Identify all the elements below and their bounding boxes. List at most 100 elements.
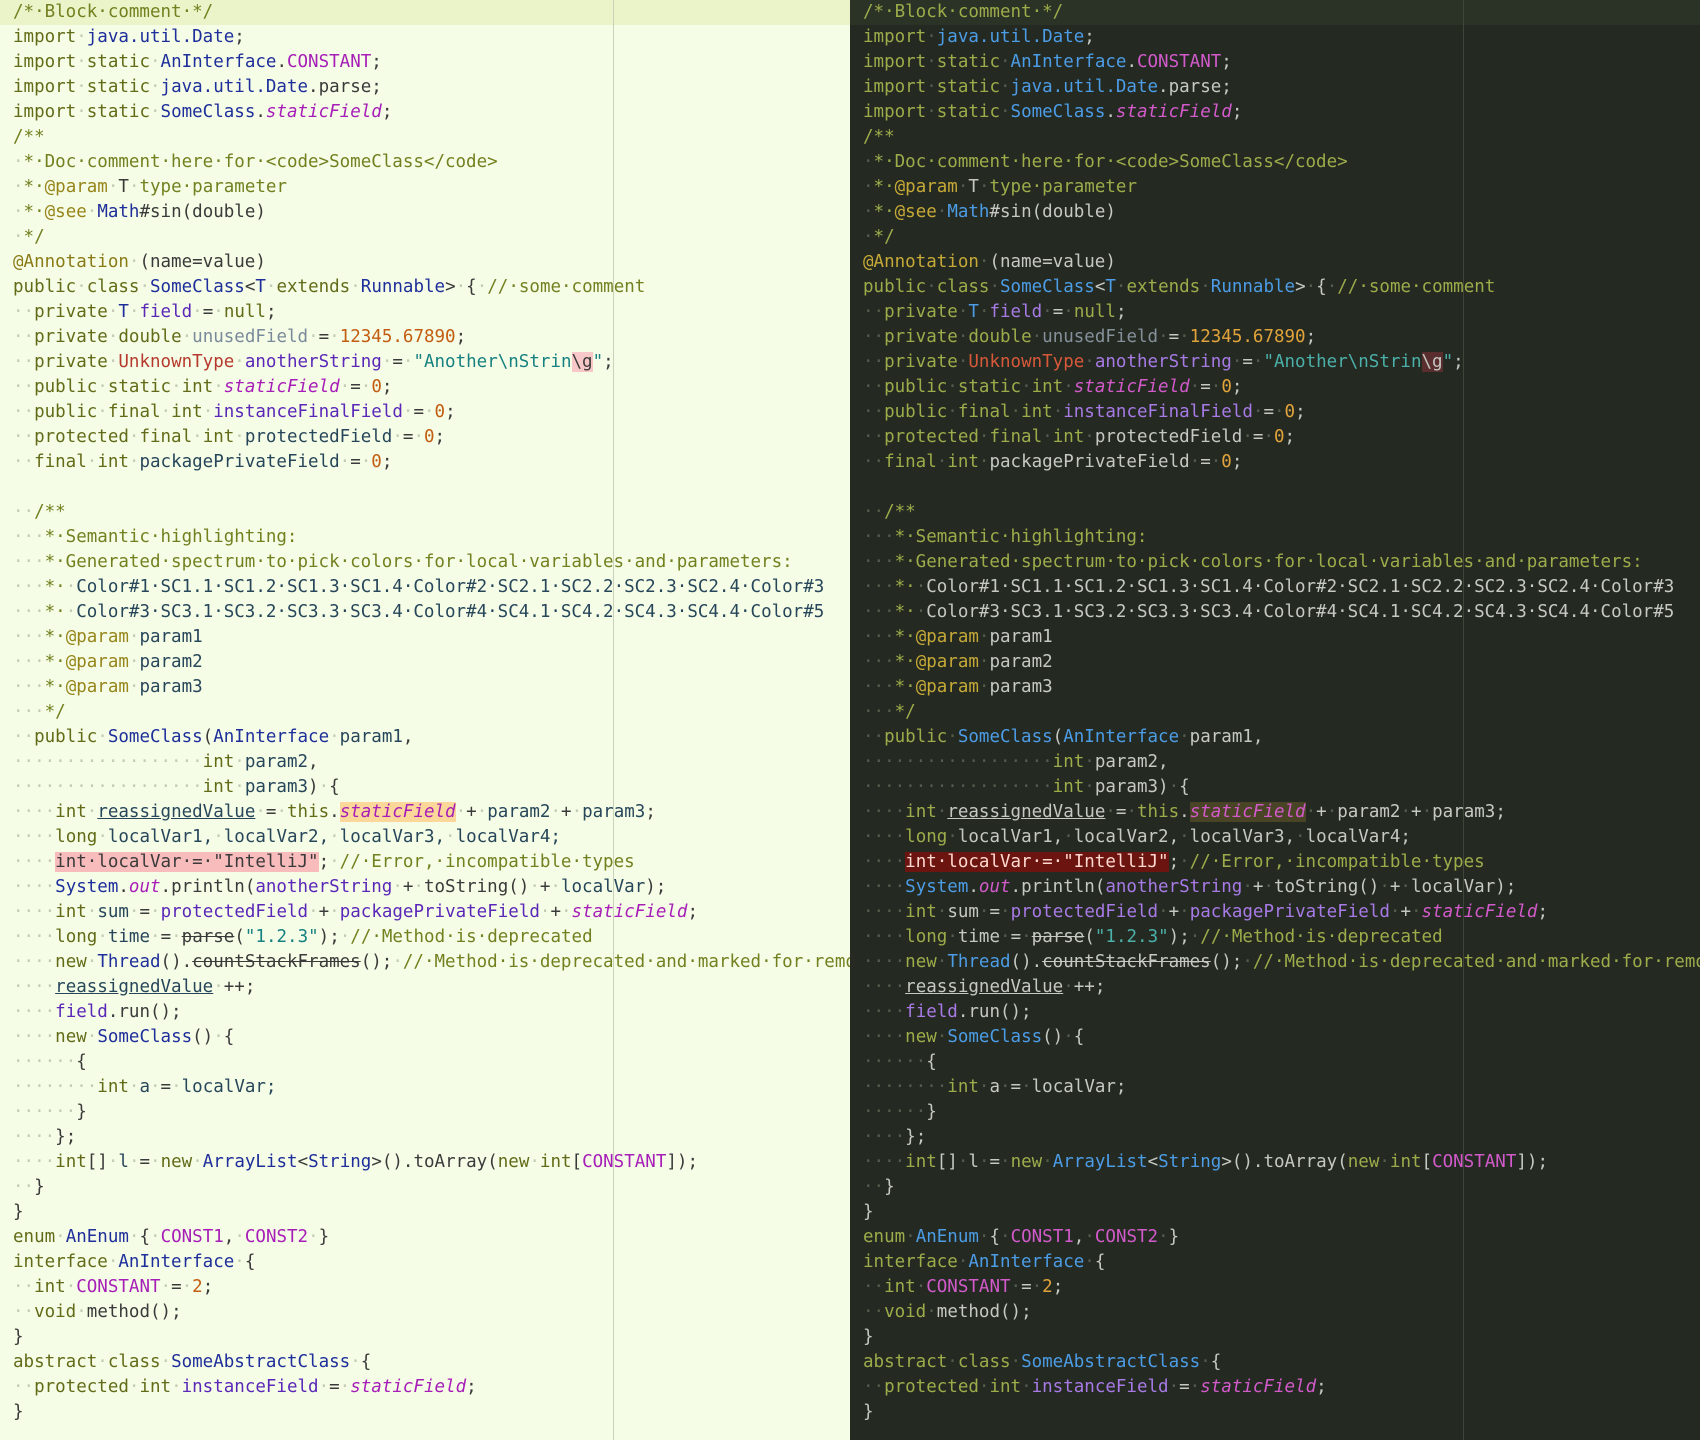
code-line[interactable]: ····new·Thread().countStackFrames();·//·… — [13, 950, 850, 975]
code-line[interactable]: ····new·SomeClass()·{ — [13, 1025, 850, 1050]
code-line[interactable]: enum·AnEnum·{·CONST1,·CONST2·} — [863, 1225, 1700, 1250]
code-line[interactable]: ···*·@param·param2 — [863, 650, 1700, 675]
code-line[interactable]: ···*·@param·param3 — [13, 675, 850, 700]
code-line[interactable]: /** — [863, 125, 1700, 150]
code-line[interactable]: public·class·SomeClass<T·extends·Runnabl… — [13, 275, 850, 300]
code-line[interactable]: } — [13, 1325, 850, 1350]
code-line[interactable]: ····int[]·l·=·new·ArrayList<String>().to… — [13, 1150, 850, 1175]
code-line[interactable]: abstract·class·SomeAbstractClass·{ — [13, 1350, 850, 1375]
code-line[interactable]: ····long·time·=·parse("1.2.3");·//·Metho… — [863, 925, 1700, 950]
code-line[interactable]: ··················int·param3)·{ — [13, 775, 850, 800]
code-line[interactable]: ··protected·int·instanceField·=·staticFi… — [13, 1375, 850, 1400]
light-theme-editor-pane[interactable]: /*·Block·comment·*/import·java.util.Date… — [0, 0, 850, 1440]
code-line[interactable]: ···*·@param·param2 — [13, 650, 850, 675]
code-line[interactable]: ··/** — [863, 500, 1700, 525]
code-line[interactable]: ···*·Semantic·highlighting: — [13, 525, 850, 550]
code-line[interactable]: ··final·int·packagePrivateField·=·0; — [863, 450, 1700, 475]
code-line[interactable]: ····new·SomeClass()·{ — [863, 1025, 1700, 1050]
code-line[interactable]: enum·AnEnum·{·CONST1,·CONST2·} — [13, 1225, 850, 1250]
code-line[interactable]: import·static·SomeClass.staticField; — [863, 100, 1700, 125]
code-line[interactable]: ·*·@param·T·type·parameter — [863, 175, 1700, 200]
code-line[interactable]: ···*··Color#1·SC1.1·SC1.2·SC1.3·SC1.4·Co… — [863, 575, 1700, 600]
code-line[interactable]: ··private·UnknownType·anotherString·=·"A… — [863, 350, 1700, 375]
code-line[interactable]: /** — [13, 125, 850, 150]
code-line[interactable]: ···*··Color#3·SC3.1·SC3.2·SC3.3·SC3.4·Co… — [863, 600, 1700, 625]
code-line[interactable]: ··final·int·packagePrivateField·=·0; — [13, 450, 850, 475]
code-line[interactable]: ··private·T·field·=·null; — [863, 300, 1700, 325]
code-line[interactable]: ····long·time·=·parse("1.2.3");·//·Metho… — [13, 925, 850, 950]
code-line[interactable]: import·static·java.util.Date.parse; — [863, 75, 1700, 100]
code-line[interactable]: ···*·Generated·spectrum·to·pick·colors·f… — [13, 550, 850, 575]
code-line[interactable]: ····int·sum·=·protectedField·+·packagePr… — [13, 900, 850, 925]
code-line[interactable]: ·*/ — [13, 225, 850, 250]
code-line[interactable]: } — [13, 1400, 850, 1425]
dark-theme-editor-pane[interactable]: /*·Block·comment·*/import·java.util.Date… — [850, 0, 1700, 1440]
code-line[interactable]: ·*·Doc·comment·here·for·<code>SomeClass<… — [13, 150, 850, 175]
code-line[interactable]: ······} — [863, 1100, 1700, 1125]
code-line[interactable]: /*·Block·comment·*/ — [863, 0, 1700, 25]
code-line[interactable]: ····int·localVar·=·"IntelliJ";·//·Error,… — [13, 850, 850, 875]
code-line[interactable]: ···*·@param·param3 — [863, 675, 1700, 700]
code-line[interactable]: ···*/ — [13, 700, 850, 725]
code-line[interactable]: ····field.run(); — [863, 1000, 1700, 1025]
code-line[interactable]: ·*·Doc·comment·here·for·<code>SomeClass<… — [863, 150, 1700, 175]
code-line[interactable]: ···*·@param·param1 — [13, 625, 850, 650]
code-line[interactable]: ····long·localVar1,·localVar2,·localVar3… — [13, 825, 850, 850]
code-line[interactable]: ······{ — [13, 1050, 850, 1075]
code-line[interactable] — [863, 475, 1700, 500]
code-line[interactable]: } — [13, 1200, 850, 1225]
code-line[interactable]: ··public·final·int·instanceFinalField·=·… — [13, 400, 850, 425]
code-line[interactable]: ··/** — [13, 500, 850, 525]
code-line[interactable]: ····}; — [13, 1125, 850, 1150]
code-line[interactable]: ····}; — [863, 1125, 1700, 1150]
code-line[interactable]: ····new·Thread().countStackFrames();·//·… — [863, 950, 1700, 975]
code-line[interactable]: ····reassignedValue·++; — [13, 975, 850, 1000]
code-line[interactable]: } — [863, 1400, 1700, 1425]
code-line[interactable]: ··protected·int·instanceField·=·staticFi… — [863, 1375, 1700, 1400]
code-line[interactable]: ··public·SomeClass(AnInterface·param1, — [13, 725, 850, 750]
code-line[interactable]: ··} — [13, 1175, 850, 1200]
code-line[interactable]: ··public·SomeClass(AnInterface·param1, — [863, 725, 1700, 750]
code-line[interactable]: ····System.out.println(anotherString·+·t… — [13, 875, 850, 900]
code-line[interactable]: ·*/ — [863, 225, 1700, 250]
code-line[interactable]: ··void·method(); — [13, 1300, 850, 1325]
code-line[interactable]: ······} — [13, 1100, 850, 1125]
code-line[interactable]: ·*·@see·Math#sin(double) — [863, 200, 1700, 225]
code-line[interactable]: ··public·final·int·instanceFinalField·=·… — [863, 400, 1700, 425]
code-line[interactable]: ········int·a·=·localVar; — [13, 1075, 850, 1100]
code-line[interactable]: ·*·@param·T·type·parameter — [13, 175, 850, 200]
code-line[interactable]: } — [863, 1200, 1700, 1225]
code-line[interactable]: import·java.util.Date; — [13, 25, 850, 50]
code-line[interactable]: ··················int·param2, — [13, 750, 850, 775]
code-line[interactable] — [13, 475, 850, 500]
code-line[interactable]: ··} — [863, 1175, 1700, 1200]
code-line[interactable]: ··int·CONSTANT·=·2; — [863, 1275, 1700, 1300]
code-line[interactable]: ··void·method(); — [863, 1300, 1700, 1325]
code-line[interactable]: ··public·static·int·staticField·=·0; — [13, 375, 850, 400]
code-line[interactable]: ·*·@see·Math#sin(double) — [13, 200, 850, 225]
code-line[interactable]: ···*·@param·param1 — [863, 625, 1700, 650]
code-line[interactable]: import·static·AnInterface.CONSTANT; — [863, 50, 1700, 75]
code-line[interactable]: ··private·double·unusedField·=·12345.678… — [13, 325, 850, 350]
code-line[interactable]: ··private·UnknownType·anotherString·=·"A… — [13, 350, 850, 375]
code-line[interactable]: ····int·reassignedValue·=·this.staticFie… — [863, 800, 1700, 825]
code-line[interactable]: @Annotation·(name=value) — [13, 250, 850, 275]
code-line[interactable]: ··················int·param2, — [863, 750, 1700, 775]
code-line[interactable]: ····int·sum·=·protectedField·+·packagePr… — [863, 900, 1700, 925]
code-line[interactable]: ··protected·final·int·protectedField·=·0… — [13, 425, 850, 450]
code-line[interactable]: ··public·static·int·staticField·=·0; — [863, 375, 1700, 400]
code-line[interactable]: ········int·a·=·localVar; — [863, 1075, 1700, 1100]
code-line[interactable]: ··················int·param3)·{ — [863, 775, 1700, 800]
code-line[interactable]: ··protected·final·int·protectedField·=·0… — [863, 425, 1700, 450]
code-line[interactable]: ··private·T·field·=·null; — [13, 300, 850, 325]
code-line[interactable]: @Annotation·(name=value) — [863, 250, 1700, 275]
code-line[interactable]: ···*·Generated·spectrum·to·pick·colors·f… — [863, 550, 1700, 575]
code-line[interactable]: ··int·CONSTANT·=·2; — [13, 1275, 850, 1300]
code-line[interactable]: import·java.util.Date; — [863, 25, 1700, 50]
code-line[interactable]: ····field.run(); — [13, 1000, 850, 1025]
code-line[interactable]: public·class·SomeClass<T·extends·Runnabl… — [863, 275, 1700, 300]
code-line[interactable]: ···*··Color#3·SC3.1·SC3.2·SC3.3·SC3.4·Co… — [13, 600, 850, 625]
code-line[interactable]: ··private·double·unusedField·=·12345.678… — [863, 325, 1700, 350]
code-line[interactable]: abstract·class·SomeAbstractClass·{ — [863, 1350, 1700, 1375]
code-line[interactable]: ······{ — [863, 1050, 1700, 1075]
